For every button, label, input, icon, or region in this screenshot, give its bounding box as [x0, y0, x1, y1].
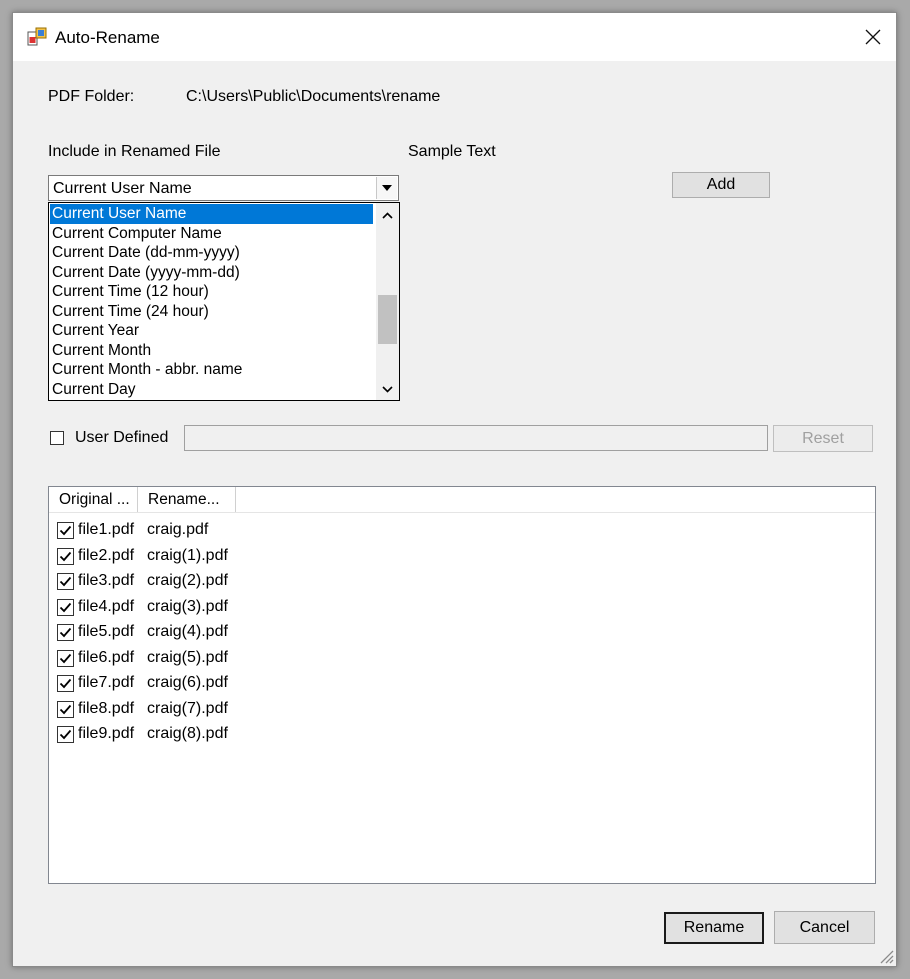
checkmark-icon — [59, 627, 72, 638]
original-filename: file3.pdf — [78, 572, 135, 589]
dropdown-option[interactable]: Current Day — [50, 380, 373, 400]
original-filename: file1.pdf — [78, 521, 135, 538]
chevron-up-icon — [382, 211, 393, 219]
cancel-button[interactable]: Cancel — [774, 911, 875, 944]
checkmark-icon — [59, 602, 72, 612]
original-filename: file2.pdf — [78, 546, 135, 564]
checkmark-icon — [59, 653, 72, 663]
original-filename: file4.pdf — [78, 597, 135, 615]
file-row[interactable]: file3.pdf craig(2).pdf — [49, 569, 349, 594]
dropdown-scrollbar[interactable] — [376, 203, 399, 400]
checkmark-icon — [59, 551, 72, 561]
renamed-filename: craig.pdf — [147, 521, 209, 538]
column-header-original[interactable]: Original ... — [49, 487, 138, 512]
rename-button[interactable]: Rename — [664, 912, 764, 944]
dropdown-option[interactable]: Current Date (yyyy-mm-dd) — [50, 263, 373, 283]
checkmark-icon — [59, 704, 72, 714]
original-filename: file7.pdf — [78, 674, 135, 691]
dropdown-option[interactable]: Current Computer Name — [50, 224, 373, 244]
user-defined-label: User Defined — [75, 429, 169, 446]
app-icon — [27, 27, 47, 46]
renamed-filename: craig(7).pdf — [147, 699, 228, 717]
renamed-filename: craig(3).pdf — [147, 597, 228, 615]
original-filename: file6.pdf — [78, 648, 135, 666]
original-filename: file9.pdf — [78, 725, 135, 742]
file-row[interactable]: file1.pdf craig.pdf — [49, 518, 349, 543]
listview-header: Original ... Rename... — [49, 487, 875, 513]
original-filename: file5.pdf — [78, 623, 135, 640]
include-dropdown-list[interactable]: Current User Name Current Computer Name … — [48, 202, 400, 401]
scroll-down-button[interactable] — [376, 379, 399, 399]
dropdown-option[interactable]: Current Month - abbr. name — [50, 360, 373, 380]
checkmark-icon — [59, 729, 72, 740]
file-row[interactable]: file4.pdf craig(3).pdf — [49, 595, 349, 620]
pdf-folder-label: PDF Folder: — [48, 88, 135, 105]
row-checkbox[interactable] — [57, 675, 74, 692]
renamed-filename: craig(1).pdf — [147, 546, 228, 564]
dropdown-option[interactable]: Current Time (12 hour) — [50, 282, 373, 302]
file-row[interactable]: file6.pdf craig(5).pdf — [49, 646, 349, 671]
pdf-folder-path: C:\Users\Public\Documents\rename — [186, 88, 441, 105]
include-combobox-value: Current User Name — [53, 180, 192, 197]
add-button[interactable]: Add — [672, 172, 770, 198]
chevron-down-icon — [382, 385, 393, 393]
window-title: Auto-Rename — [55, 28, 160, 47]
user-defined-input[interactable] — [184, 425, 768, 451]
row-checkbox[interactable] — [57, 624, 74, 641]
resize-grip-icon[interactable] — [878, 948, 894, 964]
renamed-filename: craig(2).pdf — [147, 572, 228, 589]
checkmark-icon — [59, 678, 72, 689]
dropdown-option[interactable]: Current User Name — [50, 204, 373, 224]
file-row[interactable]: file9.pdf craig(8).pdf — [49, 722, 349, 747]
row-checkbox[interactable] — [57, 726, 74, 743]
title-bar[interactable]: Auto-Rename — [13, 13, 896, 61]
auto-rename-dialog: Auto-Rename PDF Folder: C:\Users\Public\… — [12, 12, 897, 967]
scroll-thumb[interactable] — [378, 295, 397, 344]
original-filename: file8.pdf — [78, 699, 135, 717]
renamed-filename: craig(4).pdf — [147, 623, 228, 640]
user-defined-checkbox[interactable] — [50, 431, 64, 445]
combobox-dropdown-button[interactable] — [376, 177, 397, 199]
row-checkbox[interactable] — [57, 598, 74, 616]
include-combobox[interactable]: Current User Name — [48, 175, 399, 201]
row-checkbox[interactable] — [57, 547, 74, 565]
row-checkbox[interactable] — [57, 649, 74, 667]
dropdown-option[interactable]: Current Date (dd-mm-yyyy) — [50, 243, 373, 263]
row-checkbox[interactable] — [57, 522, 74, 539]
scroll-up-button[interactable] — [376, 205, 399, 225]
close-icon — [865, 29, 881, 45]
sample-text-label: Sample Text — [408, 143, 496, 160]
close-button[interactable] — [850, 13, 896, 61]
file-row[interactable]: file5.pdf craig(4).pdf — [49, 620, 349, 645]
file-row[interactable]: file2.pdf craig(1).pdf — [49, 544, 349, 569]
files-listview[interactable]: Original ... Rename... file1.pdf craig.p… — [48, 486, 876, 884]
checkmark-icon — [59, 525, 72, 536]
chevron-down-icon — [382, 185, 392, 191]
row-checkbox[interactable] — [57, 700, 74, 718]
renamed-filename: craig(8).pdf — [147, 725, 228, 742]
row-checkbox[interactable] — [57, 573, 74, 590]
dropdown-option[interactable]: Current Time (24 hour) — [50, 302, 373, 322]
renamed-filename: craig(5).pdf — [147, 648, 228, 666]
column-header-rename[interactable]: Rename... — [138, 487, 236, 512]
reset-button[interactable]: Reset — [773, 425, 873, 452]
dropdown-option[interactable]: Current Year — [50, 321, 373, 341]
file-row[interactable]: file7.pdf craig(6).pdf — [49, 671, 349, 696]
dropdown-option[interactable]: Current Month — [50, 341, 373, 361]
renamed-filename: craig(6).pdf — [147, 674, 228, 691]
checkmark-icon — [59, 576, 72, 587]
include-label: Include in Renamed File — [48, 143, 221, 160]
file-row[interactable]: file8.pdf craig(7).pdf — [49, 697, 349, 722]
